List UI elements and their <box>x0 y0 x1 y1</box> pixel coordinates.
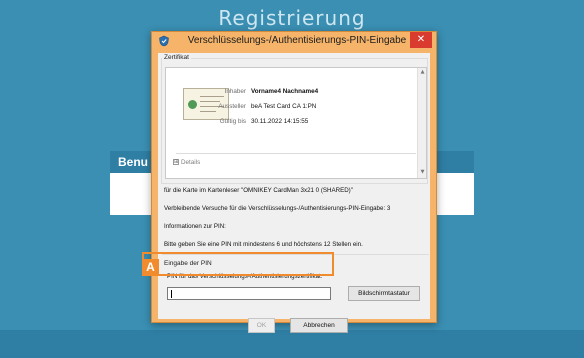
scroll-down-arrow-icon[interactable]: ▼ <box>419 169 426 177</box>
pin-info-heading: Informationen zur PIN: <box>164 223 226 230</box>
on-screen-keyboard-button[interactable]: Bildschirmtastatur <box>348 286 420 301</box>
owner-label: Inhaber <box>224 88 246 95</box>
certificate-panel: ▲ ▼ Inhaber Vorname4 Nachname4 Ausstelle… <box>165 67 427 179</box>
annotation-badge: A <box>142 259 159 276</box>
dialog-title: Verschlüsselungs-/Authentisierungs-PIN-E… <box>187 35 407 46</box>
pin-input[interactable] <box>167 287 331 300</box>
pin-entry-dialog: Verschlüsselungs-/Authentisierungs-PIN-E… <box>151 31 437 333</box>
scroll-up-arrow-icon[interactable]: ▲ <box>419 69 426 77</box>
annotation-highlight <box>142 252 334 276</box>
background-footer <box>0 330 584 358</box>
cancel-button[interactable]: Abbrechen <box>290 318 348 333</box>
valid-until-value: 30.11.2022 14:15:55 <box>251 118 309 125</box>
close-icon: ✕ <box>416 34 426 45</box>
pin-length-hint: Bitte geben Sie eine PIN mit mindestens … <box>164 241 363 248</box>
issuer-value: beA Test Card CA 1:PN <box>251 103 317 110</box>
card-reader-info: für die Karte im Kartenleser "OMNIKEY Ca… <box>164 187 353 194</box>
certificate-divider <box>176 153 416 154</box>
background-panel-title: Benu <box>118 155 148 169</box>
details-label: Details <box>181 159 201 166</box>
issuer-label: Aussteller <box>218 103 246 110</box>
owner-value: Vorname4 Nachname4 <box>251 88 319 95</box>
ok-button[interactable]: OK <box>248 318 275 333</box>
shield-app-icon <box>159 35 169 47</box>
remaining-attempts-info: Verbleibende Versuche für die Verschlüss… <box>164 205 391 212</box>
dialog-content: Zertifikat ▲ ▼ Inhaber Vorname4 Nachname… <box>158 53 430 333</box>
text-caret <box>171 290 172 298</box>
expand-icon: ⊞ <box>173 159 179 166</box>
valid-until-label: Gültig bis <box>219 118 246 125</box>
dialog-titlebar[interactable]: Verschlüsselungs-/Authentisierungs-PIN-E… <box>152 32 436 51</box>
certificate-group-label: Zertifikat <box>162 54 191 61</box>
details-expander[interactable]: ⊞ Details <box>173 159 200 166</box>
certificate-scrollbar[interactable]: ▲ ▼ <box>417 68 426 178</box>
close-button[interactable]: ✕ <box>410 32 432 48</box>
background-page-title: Registrierung <box>218 6 366 30</box>
